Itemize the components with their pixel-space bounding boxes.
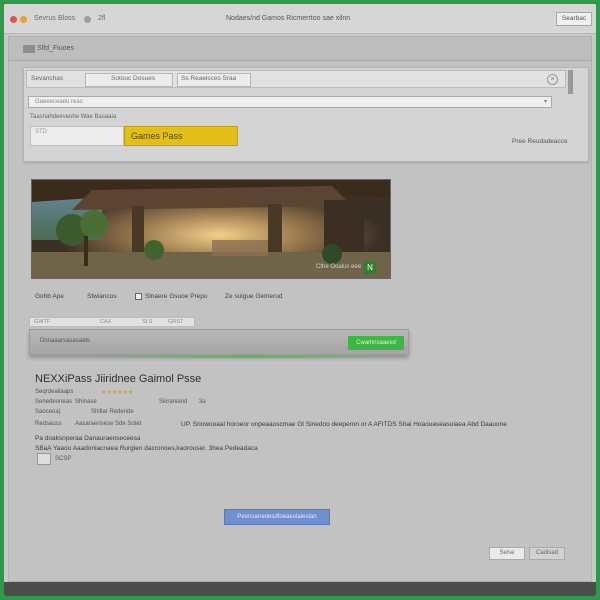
- window-title: Nodaes/nd Gamos Ricmerrtoo sae xilnn: [226, 15, 351, 22]
- option-1[interactable]: Gohb Ape: [35, 293, 64, 300]
- tab-1[interactable]: Sevanchas: [31, 75, 63, 82]
- primary-action-button[interactable]: Peenoanedesdfoeaeolaiestan: [224, 509, 330, 525]
- install-button[interactable]: Cwamnsaaesd: [348, 336, 404, 350]
- meta-val-4: Aasaraerisese Sde Sotet: [75, 421, 142, 427]
- meta-key-1: Seqrdealiaaps: [35, 389, 74, 395]
- folder-icon: [23, 45, 35, 53]
- cancel-button[interactable]: Cadisad: [529, 547, 565, 560]
- toolbar-item-1[interactable]: Sevrus: [34, 15, 56, 22]
- search-button[interactable]: Searbac: [556, 12, 592, 26]
- meta-key-2: Senedeoneas: [35, 399, 73, 405]
- tab-bar: Sevanchas Sotouc Dosues Ss Reaeisces Sra…: [26, 70, 566, 88]
- description-line-1: Pa doaksnperaa Danauraenseceesa: [35, 435, 141, 442]
- download-progress: GWTF CAX SLS GRST Dnnaaarsasasaats Cwamn…: [29, 317, 409, 367]
- option-3[interactable]: Slnaere Gsuoe Prepo: [145, 293, 208, 300]
- red-dot-icon[interactable]: [10, 16, 17, 23]
- window-titlebar: Slfd_Fiuoes: [9, 37, 591, 61]
- filter-field[interactable]: STD: [30, 126, 124, 146]
- mini-tabs: GWTF CAX SLS GRST: [29, 317, 195, 327]
- tab-2[interactable]: Sotouc Dosues: [111, 75, 155, 82]
- option-2[interactable]: Stwiancos: [87, 293, 117, 300]
- thumbnail-icon[interactable]: [37, 453, 51, 465]
- meta-val-2: Shinase: [75, 399, 97, 405]
- meta-key-4: Redsauss: [35, 421, 62, 427]
- meta-key-3: Saoceoa): [35, 409, 61, 415]
- tab-3[interactable]: Ss Reaeisces Sraa: [181, 75, 236, 82]
- orange-dot-icon[interactable]: [20, 16, 27, 23]
- toolbar-item-3[interactable]: 2fl: [98, 15, 105, 22]
- progress-glow: [89, 355, 407, 358]
- close-icon[interactable]: ×: [547, 74, 558, 85]
- vertical-scrollbar[interactable]: [568, 70, 573, 94]
- meta-val-3: Shillar Rederide: [91, 409, 134, 415]
- game-title: NEXXiPass Jiiridnee Gaimol Psse: [35, 373, 202, 385]
- progress-label: Dnnaaarsasasaats: [40, 338, 91, 344]
- hero-caption: Cthe Ooalus eee: [316, 264, 362, 270]
- checkbox[interactable]: [135, 293, 142, 300]
- option-4[interactable]: Ze sulgue Gemerud: [225, 293, 282, 300]
- mini-tab-3[interactable]: SLS: [142, 319, 152, 325]
- thumbnail-label: SCSP: [55, 456, 72, 462]
- chevron-down-icon[interactable]: ▾: [544, 97, 547, 107]
- breadcrumb: Taasnahdeeveohe Wae Basaaia: [30, 114, 117, 120]
- bottom-band: [4, 582, 596, 596]
- rating-stars: ★★★★★★: [101, 390, 134, 396]
- center-item-1: Skiraniand: [159, 399, 188, 405]
- search-placeholder: Gaeeeceaeu reas: [35, 99, 83, 105]
- hero-image: Cthe Ooalus eee N: [31, 179, 391, 279]
- window-label: Slfd_Fiuoes: [37, 45, 74, 52]
- progress-bar: Dnnaaarsasasaats Cwamnsaaesd: [29, 329, 409, 355]
- side-link[interactable]: Pree Reudadeacce: [512, 138, 568, 145]
- search-input[interactable]: Gaeeeceaeu reas ▾: [28, 96, 552, 108]
- ok-button[interactable]: Selse: [489, 547, 525, 560]
- description-line-2: SBaA Yaaoo Aaadonlacnaea Rurglen dacrono…: [35, 445, 258, 452]
- mini-tab-1[interactable]: GWTF: [34, 319, 50, 325]
- main-window: Slfd_Fiuoes Sevanchas Sotouc Dosues Ss R…: [8, 36, 592, 582]
- mini-tab-2[interactable]: CAX: [100, 319, 111, 325]
- search-panel: Sevanchas Sotouc Dosues Ss Reaeisces Sra…: [23, 67, 589, 162]
- mini-tab-4[interactable]: GRST: [168, 319, 183, 325]
- app-frame: Sevrus Bloss 2fl Nodaes/nd Gamos Ricmerr…: [4, 4, 596, 596]
- history-icon[interactable]: [84, 16, 91, 23]
- games-pass-button[interactable]: Games Pass: [124, 126, 238, 146]
- game-summary-line: UP. Sriowooaal horoeor onpeaaoscmae Gt S…: [181, 421, 507, 428]
- toolbar-item-2[interactable]: Bloss: [58, 15, 75, 22]
- center-item-2: 3a: [199, 399, 206, 405]
- platform-badge-icon: N: [364, 262, 376, 274]
- browser-toolbar: Sevrus Bloss 2fl Nodaes/nd Gamos Ricmerr…: [4, 4, 596, 34]
